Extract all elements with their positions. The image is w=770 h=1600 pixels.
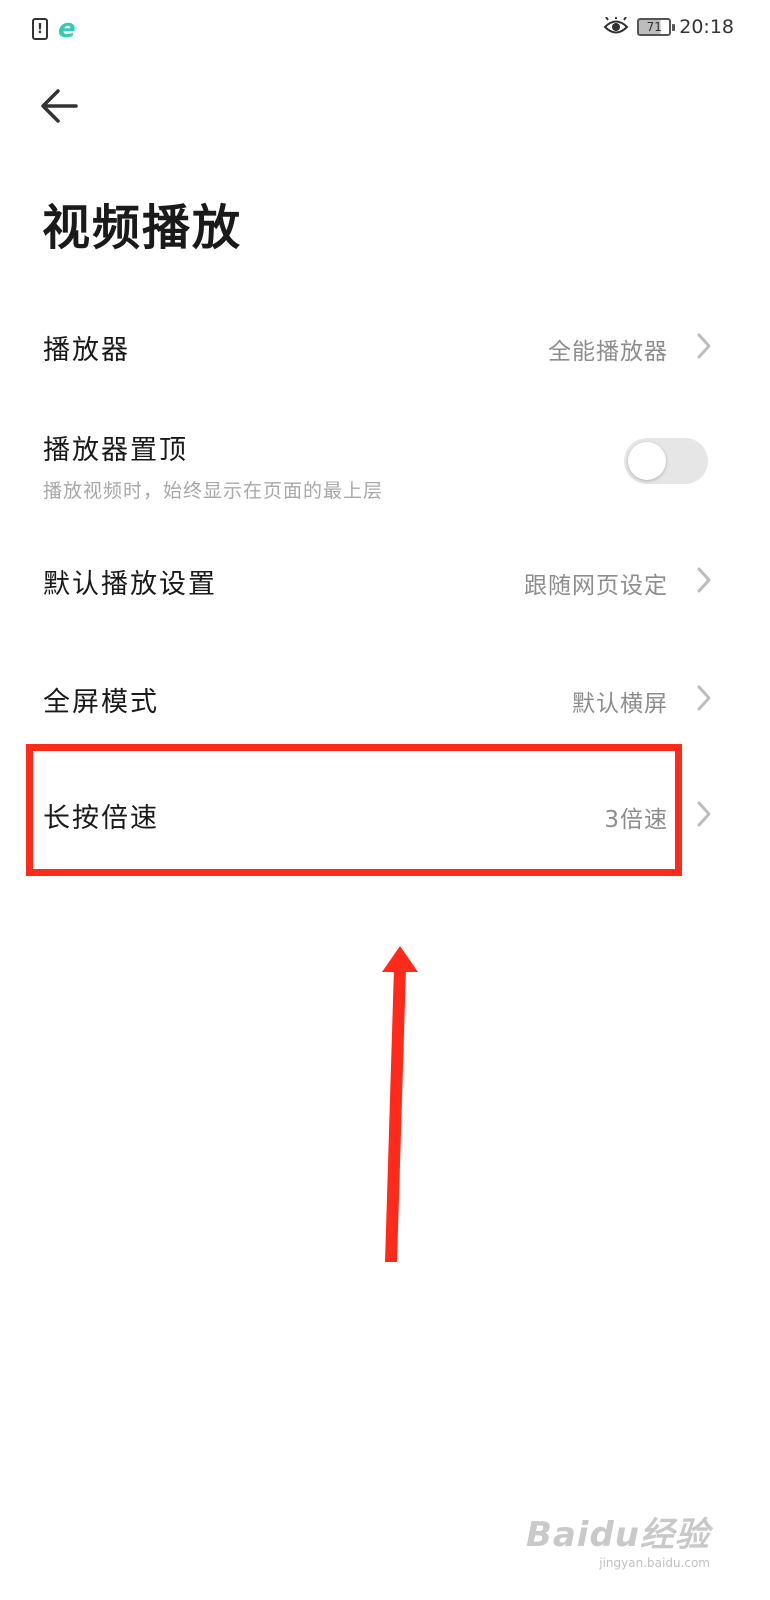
setting-label-player: 播放器 bbox=[43, 335, 130, 366]
setting-value-player: 全能播放器 bbox=[548, 339, 668, 365]
chevron-right-icon bbox=[697, 801, 711, 827]
chevron-right-icon bbox=[697, 685, 711, 711]
toggle-knob bbox=[628, 442, 666, 480]
status-bar: ! e 71 20:18 bbox=[0, 0, 770, 60]
battery-icon: 71 bbox=[637, 18, 676, 36]
pin-player-toggle[interactable] bbox=[624, 438, 708, 484]
setting-value-default-playback: 跟随网页设定 bbox=[524, 573, 668, 599]
setting-label-default-playback: 默认播放设置 bbox=[43, 569, 217, 600]
highlight-box bbox=[26, 744, 682, 876]
battery-level: 71 bbox=[646, 20, 662, 34]
setting-value-fullscreen-mode: 默认横屏 bbox=[572, 691, 668, 717]
clock-time: 20:18 bbox=[679, 16, 734, 38]
setting-description-pin-player: 播放视频时，始终显示在页面的最上层 bbox=[43, 480, 384, 502]
page-title: 视频播放 bbox=[42, 200, 243, 256]
sim-alert-icon: ! bbox=[32, 18, 48, 40]
setting-row-fullscreen-mode[interactable]: 全屏模式 默认横屏 bbox=[0, 660, 770, 736]
setting-row-player[interactable]: 播放器 全能播放器 bbox=[0, 310, 770, 386]
chevron-right-icon bbox=[697, 333, 711, 359]
watermark-url: jingyan.baidu.com bbox=[599, 1556, 710, 1570]
browser-app-icon: e bbox=[58, 14, 76, 44]
eye-comfort-icon bbox=[603, 17, 629, 34]
back-arrow-icon[interactable] bbox=[38, 84, 82, 128]
setting-label-fullscreen-mode: 全屏模式 bbox=[43, 687, 159, 718]
chevron-right-icon bbox=[697, 567, 711, 593]
setting-row-default-playback[interactable]: 默认播放设置 跟随网页设定 bbox=[0, 542, 770, 618]
setting-label-pin-player: 播放器置顶 bbox=[43, 435, 188, 466]
watermark-brand: Baidu经验 bbox=[525, 1515, 710, 1555]
baidu-watermark: Baidu经验 jingyan.baidu.com bbox=[526, 1507, 710, 1570]
